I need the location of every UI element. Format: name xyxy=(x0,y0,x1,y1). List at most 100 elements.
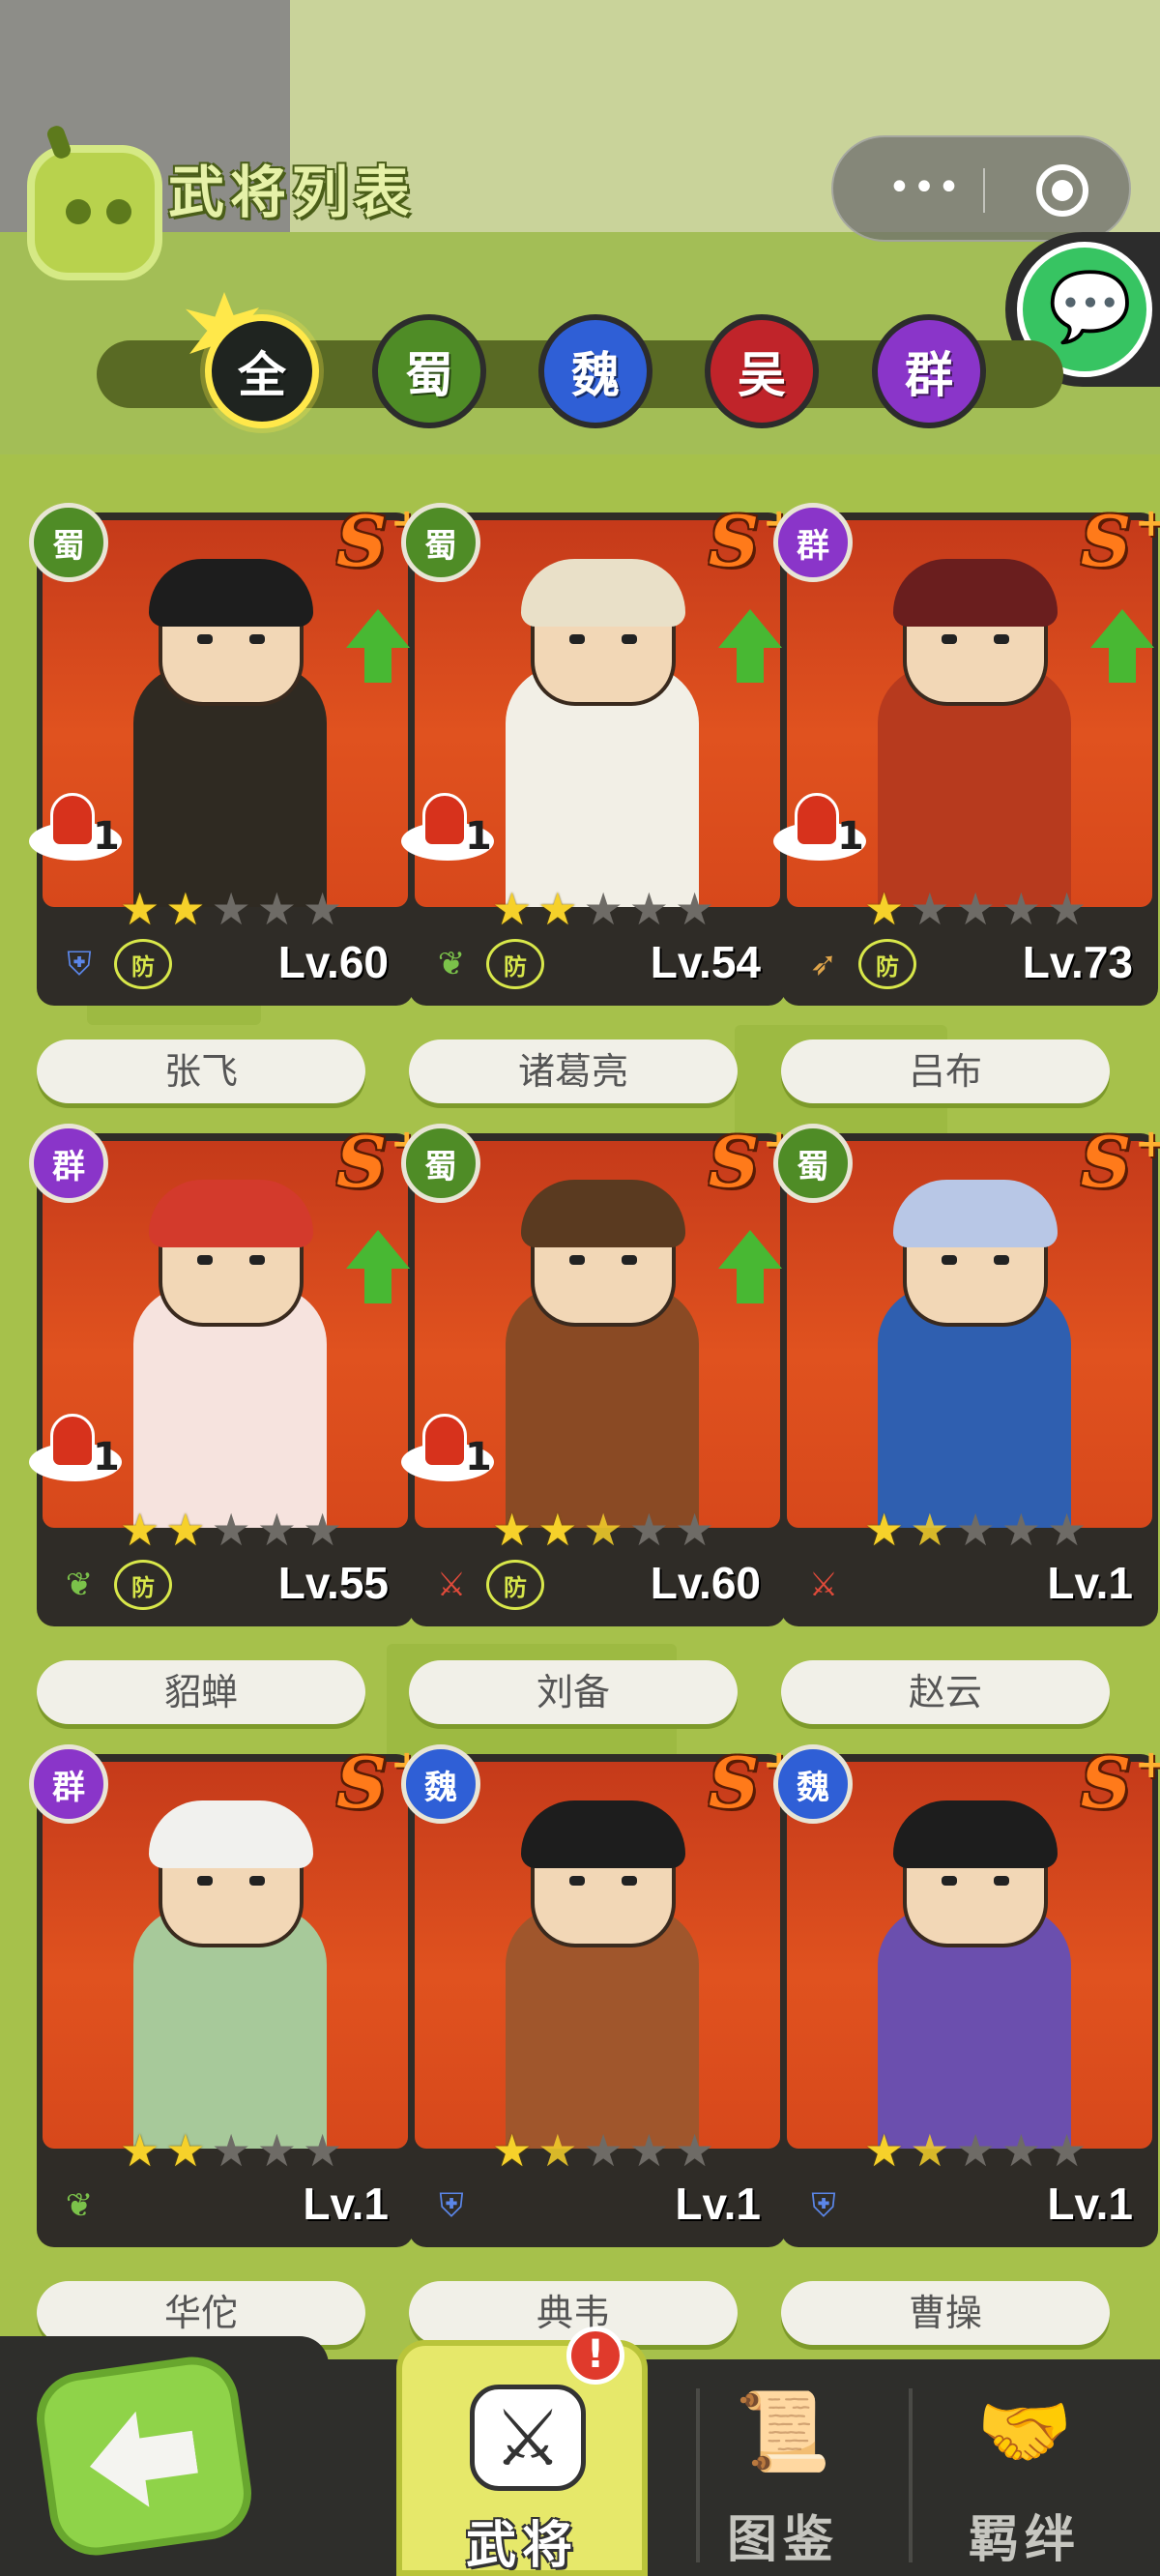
rank-letter: S xyxy=(1081,500,1131,582)
star-icon: ★ xyxy=(864,883,905,935)
fragment-count-label: 1 xyxy=(465,814,492,859)
hero-eye xyxy=(569,634,585,644)
star-icon: ★ xyxy=(492,1504,533,1556)
general-card[interactable]: ⛨ 防 Lv.60 蜀 S + 1 ★★★★★ 张飞 xyxy=(29,501,423,1103)
hero-eye xyxy=(197,1876,213,1886)
star-icon: ★ xyxy=(675,2124,715,2177)
shield-icon: ⛨ xyxy=(811,2186,836,2225)
level-label: Lv.54 xyxy=(650,937,761,987)
general-name[interactable]: 张飞 xyxy=(37,1039,365,1103)
faction-filter-0[interactable]: 全 xyxy=(205,314,319,428)
faction-filter-3[interactable]: 吴 xyxy=(705,314,819,428)
card-footer: ❦ 防 Lv.54 xyxy=(415,928,780,1000)
level-label: Lv.1 xyxy=(1047,2179,1133,2229)
close-target-icon[interactable] xyxy=(1036,164,1088,217)
mini-program-capsule: ••• xyxy=(831,135,1131,242)
star-icon: ★ xyxy=(492,2124,533,2177)
sword-icon: ⚔ xyxy=(808,1566,839,1604)
fragment-count-label: 1 xyxy=(837,814,864,859)
star-icon: ★ xyxy=(165,1504,206,1556)
general-name[interactable]: 刘备 xyxy=(409,1660,738,1724)
star-icon: ★ xyxy=(303,883,343,935)
star-rating: ★ ★ ★ ★ ★ xyxy=(120,2127,371,2174)
card-footer: ⛨ Lv.1 xyxy=(787,2170,1152,2241)
upgrade-arrow-icon xyxy=(346,1230,410,1305)
star-icon: ★ xyxy=(211,2124,251,2177)
upgrade-arrow-icon xyxy=(346,609,410,685)
page-title: 武将列表 xyxy=(168,160,417,225)
general-name[interactable]: 曹操 xyxy=(781,2281,1110,2345)
tab-label: 羁绊 xyxy=(968,2510,1081,2569)
card-footer: ⛨ Lv.1 xyxy=(415,2170,780,2241)
general-card[interactable]: ❦ 防 Lv.55 群 S + 1 ★★★★★ 貂蝉 xyxy=(29,1122,423,1724)
faction-badge: 蜀 xyxy=(401,1124,480,1203)
star-rating: ★ ★ ★ ★ ★ xyxy=(864,886,1116,932)
general-name[interactable]: 赵云 xyxy=(781,1660,1110,1724)
star-icon: ★ xyxy=(1047,1504,1088,1556)
star-icon: ★ xyxy=(256,1504,297,1556)
general-name[interactable]: 吕布 xyxy=(781,1039,1110,1103)
general-card[interactable]: ➶ 防 Lv.73 群 S + 1 ★ ★ ★ ★ ★ 吕布 xyxy=(773,501,1160,1103)
hero-hair xyxy=(149,1180,313,1247)
sword-icon: ⚔ xyxy=(436,1566,467,1604)
star-icon: ★ xyxy=(910,1504,950,1556)
star-icon: ★ xyxy=(303,1504,343,1556)
general-name[interactable]: 貂蝉 xyxy=(37,1660,365,1724)
rank-plus: + xyxy=(1135,1742,1160,1787)
fragment-pin-icon xyxy=(422,793,467,847)
faction-filter-2[interactable]: 魏 xyxy=(538,314,652,428)
fragment-count-label: 1 xyxy=(93,814,120,859)
fragment-count-label: 1 xyxy=(93,1435,120,1479)
tab-codex[interactable]: 📜 图鉴 xyxy=(657,2340,909,2576)
rank-letter: S xyxy=(709,500,759,582)
faction-badge: 魏 xyxy=(401,1744,480,1824)
rank-letter: S xyxy=(1081,1121,1131,1203)
tab-label: 武将 xyxy=(465,2516,578,2575)
star-icon: ★ xyxy=(537,2124,578,2177)
hero-eye xyxy=(942,634,957,644)
scroll-icon: 📜 xyxy=(735,2386,831,2476)
faction-filter-4[interactable]: 群 xyxy=(872,314,986,428)
general-card[interactable]: ❦ 防 Lv.54 蜀 S + 1 ★★★★★ 诸葛亮 xyxy=(401,501,796,1103)
fragment-count: 1 xyxy=(401,793,508,861)
rank-letter: S xyxy=(1081,1742,1131,1824)
more-menu-button[interactable]: ••• xyxy=(872,162,978,219)
rank-badge: S + xyxy=(1075,1122,1160,1205)
rank-letter: S xyxy=(709,1742,759,1824)
star-icon: ★ xyxy=(303,2124,343,2177)
tab-label: 图鉴 xyxy=(726,2510,839,2569)
star-icon: ★ xyxy=(1047,883,1088,935)
hero-eye xyxy=(622,634,637,644)
level-label: Lv.60 xyxy=(277,937,389,987)
hero-eye xyxy=(622,1876,637,1886)
general-card[interactable]: ⛨ Lv.1 魏 S + ★★★★★ 典韦 xyxy=(401,1742,796,2345)
alert-badge: ! xyxy=(566,2327,624,2385)
upgrade-arrow-icon xyxy=(718,1230,782,1305)
hero-eye xyxy=(197,634,213,644)
general-card[interactable]: ⚔ 防 Lv.60 蜀 S + 1 ★★★★★ 刘备 xyxy=(401,1122,796,1724)
back-button[interactable] xyxy=(30,2351,258,2561)
fragment-count: 1 xyxy=(29,1414,135,1481)
faction-filter-1[interactable]: 蜀 xyxy=(372,314,486,428)
defense-badge: 防 xyxy=(858,939,916,989)
general-card[interactable]: ⚔ Lv.1 蜀 S + ★ ★ ★ ★ ★ 赵云 xyxy=(773,1122,1160,1724)
star-rating: ★ ★ ★ ★ ★ xyxy=(864,2127,1116,2174)
card-footer: ⚔ 防 Lv.60 xyxy=(415,1549,780,1621)
star-rating: ★ ★ ★ ★ ★ xyxy=(120,886,371,932)
leaf-icon: ❦ xyxy=(65,1566,94,1604)
tab-bonds[interactable]: 🤝 羁绊 xyxy=(899,2340,1150,2576)
upgrade-arrow-icon xyxy=(718,609,782,685)
star-icon: ★ xyxy=(864,2124,905,2177)
hero-hair xyxy=(521,1180,685,1247)
star-icon: ★ xyxy=(675,883,715,935)
star-rating: ★ ★ ★ ★ ★ xyxy=(492,2127,743,2174)
star-icon: ★ xyxy=(165,2124,206,2177)
general-card[interactable]: ⛨ Lv.1 魏 S + ★ ★ ★ ★ ★ 曹操 xyxy=(773,1742,1160,2345)
rank-letter: S xyxy=(336,1121,387,1203)
general-name[interactable]: 诸葛亮 xyxy=(409,1039,738,1103)
fragment-pin-icon xyxy=(795,793,839,847)
defense-badge: 防 xyxy=(114,1560,172,1610)
general-card[interactable]: ❦ Lv.1 群 S + ★★★★★ 华佗 xyxy=(29,1742,423,2345)
star-icon: ★ xyxy=(1047,2124,1088,2177)
bow-icon: ➶ xyxy=(809,945,838,983)
